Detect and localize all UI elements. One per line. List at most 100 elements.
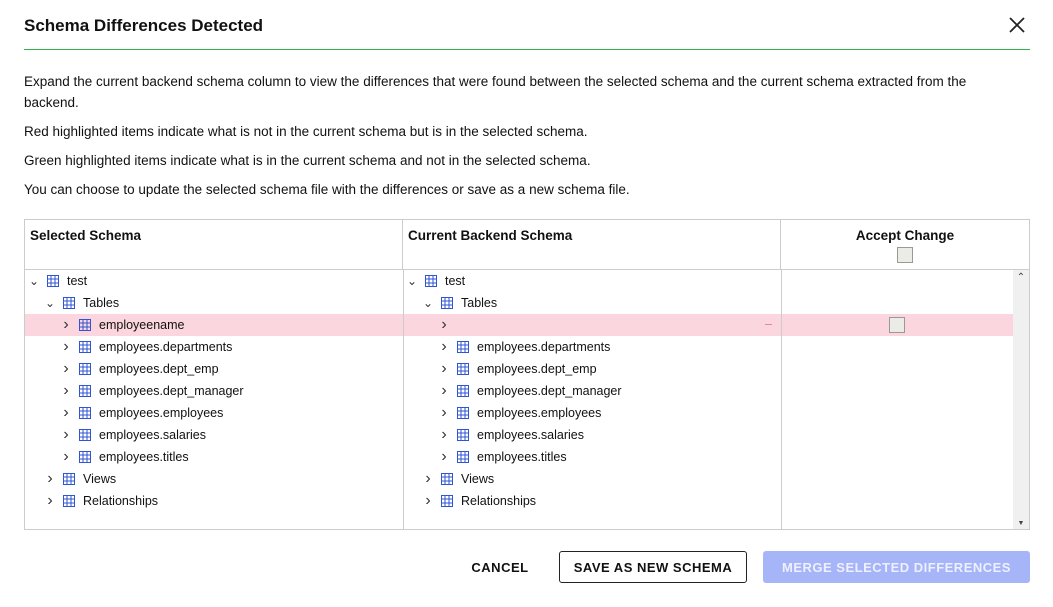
cancel-button[interactable]: CANCEL xyxy=(460,551,540,583)
tree-body: ⌄ test ⌄ test ⌄ Tables ⌄ Tables › employeename › › e… xyxy=(25,270,1013,529)
table-icon xyxy=(441,495,453,507)
table-row: ⌄ test ⌄ test xyxy=(25,270,1013,292)
description-line: Green highlighted items indicate what is… xyxy=(24,153,591,168)
table-icon xyxy=(79,385,91,397)
tree-node[interactable]: › Views xyxy=(45,468,116,490)
tree-node[interactable]: › Relationships xyxy=(423,490,536,512)
chevron-right-icon[interactable]: › xyxy=(439,404,449,422)
tree-node[interactable]: › xyxy=(439,314,449,336)
tree-node[interactable]: › Views xyxy=(423,468,494,490)
chevron-down-icon[interactable]: ⌄ xyxy=(29,274,39,288)
tree-node[interactable]: › employees.dept_manager xyxy=(439,380,622,402)
chevron-down-icon[interactable]: ⌄ xyxy=(407,274,417,288)
tree-node[interactable]: ⌄ test xyxy=(407,270,465,292)
tree-node[interactable]: › employees.employees xyxy=(439,402,601,424)
tree-node[interactable]: ⌄ Tables xyxy=(423,292,497,314)
node-label: employees.titles xyxy=(477,450,567,464)
table-icon xyxy=(457,429,469,441)
table-row: › Views › Views xyxy=(25,468,1013,490)
save-as-new-schema-button[interactable]: SAVE AS NEW SCHEMA xyxy=(559,551,747,583)
schema-diff-table: Selected Schema Current Backend Schema A… xyxy=(24,219,1030,530)
table-icon xyxy=(63,495,75,507)
accept-change-label: Accept Change xyxy=(855,228,955,243)
node-label: employees.titles xyxy=(99,450,189,464)
chevron-right-icon[interactable]: › xyxy=(439,382,449,400)
chevron-down-icon[interactable]: ⌄ xyxy=(45,296,55,310)
table-icon xyxy=(79,363,91,375)
chevron-right-icon[interactable]: › xyxy=(61,338,71,356)
chevron-right-icon[interactable]: › xyxy=(423,492,433,510)
accept-change-checkbox[interactable] xyxy=(889,317,905,333)
tree-node[interactable]: › employees.titles xyxy=(439,446,567,468)
scroll-down-icon[interactable]: ▼ xyxy=(1013,520,1029,527)
chevron-right-icon[interactable]: › xyxy=(61,360,71,378)
chevron-down-icon[interactable]: ⌄ xyxy=(423,296,433,310)
table-icon xyxy=(79,341,91,353)
node-label: Relationships xyxy=(461,494,537,508)
description-line: Red highlighted items indicate what is n… xyxy=(24,124,588,139)
tree-node[interactable]: › employeename xyxy=(61,314,184,336)
node-label: employees.dept_manager xyxy=(99,384,244,398)
node-label: test xyxy=(67,274,88,288)
node-label: employees.dept_emp xyxy=(477,362,597,376)
node-label: Views xyxy=(83,472,117,486)
tree-node[interactable]: › employees.employees xyxy=(61,402,223,424)
tree-node[interactable]: ⌄ Tables xyxy=(45,292,119,314)
chevron-right-icon[interactable]: › xyxy=(61,382,71,400)
tree-node[interactable]: › employees.dept_emp xyxy=(61,358,219,380)
description-line: Expand the current backend schema column… xyxy=(24,74,967,110)
chevron-right-icon[interactable]: › xyxy=(61,316,71,334)
chevron-right-icon[interactable]: › xyxy=(439,316,449,334)
node-label: Tables xyxy=(83,296,120,310)
tree-node[interactable]: › employees.dept_manager xyxy=(61,380,244,402)
node-label: Views xyxy=(461,472,495,486)
table-icon xyxy=(63,473,75,485)
table-row: › employeename › xyxy=(25,314,1013,336)
table-icon xyxy=(47,275,59,287)
node-label: employees.salaries xyxy=(99,428,206,442)
tree-node[interactable]: › Relationships xyxy=(45,490,158,512)
tree-node[interactable]: › employees.departments xyxy=(439,336,610,358)
close-icon[interactable] xyxy=(1006,14,1028,36)
scroll-up-icon[interactable]: ⌃ xyxy=(1013,272,1029,283)
table-icon xyxy=(457,385,469,397)
node-label: employees.dept_emp xyxy=(99,362,219,376)
description-line: You can choose to update the selected sc… xyxy=(24,182,630,197)
chevron-right-icon[interactable]: › xyxy=(439,426,449,444)
tree-node[interactable]: › employees.titles xyxy=(61,446,189,468)
merge-selected-differences-button[interactable]: MERGE SELECTED DIFFERENCES xyxy=(763,551,1030,583)
table-row: ⌄ Tables ⌄ Tables xyxy=(25,292,1013,314)
node-label: employeename xyxy=(99,318,185,332)
tree-node[interactable]: › employees.departments xyxy=(61,336,232,358)
tree-node[interactable]: › employees.dept_emp xyxy=(439,358,597,380)
table-row: › employees.dept_emp › employees.dept_emp xyxy=(25,358,1013,380)
table-icon xyxy=(457,407,469,419)
table-icon xyxy=(457,451,469,463)
chevron-right-icon[interactable]: › xyxy=(423,470,433,488)
tree-node[interactable]: › employees.salaries xyxy=(439,424,584,446)
chevron-right-icon[interactable]: › xyxy=(45,470,55,488)
table-row: › employees.titles › employees.titles xyxy=(25,446,1013,468)
header-selected-schema: Selected Schema xyxy=(25,220,403,270)
table-row: › employees.employees › employees.employees xyxy=(25,402,1013,424)
chevron-right-icon[interactable]: › xyxy=(61,448,71,466)
table-icon xyxy=(441,297,453,309)
node-label: employees.departments xyxy=(477,340,611,354)
tree-node[interactable]: › employees.salaries xyxy=(61,424,206,446)
table-icon xyxy=(457,341,469,353)
table-icon xyxy=(79,451,91,463)
dialog-title: Schema Differences Detected xyxy=(24,16,264,35)
table-icon xyxy=(63,297,75,309)
chevron-right-icon[interactable]: › xyxy=(439,360,449,378)
chevron-right-icon[interactable]: › xyxy=(439,338,449,356)
node-label: employees.dept_manager xyxy=(477,384,622,398)
chevron-right-icon[interactable]: › xyxy=(61,404,71,422)
table-icon xyxy=(79,319,91,331)
tree-node[interactable]: ⌄ test xyxy=(29,270,87,292)
accept-all-checkbox[interactable] xyxy=(897,247,913,263)
scrollbar[interactable]: ⌃ ▼ xyxy=(1013,270,1029,529)
chevron-right-icon[interactable]: › xyxy=(61,426,71,444)
chevron-right-icon[interactable]: › xyxy=(439,448,449,466)
chevron-right-icon[interactable]: › xyxy=(45,492,55,510)
table-row: › employees.departments › employees.departm… xyxy=(25,336,1013,358)
